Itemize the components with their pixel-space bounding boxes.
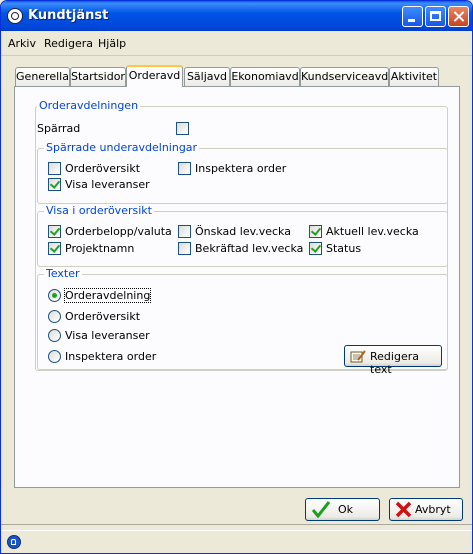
aktuell-checkbox[interactable]: [309, 225, 322, 238]
radio-orderavdelning[interactable]: [48, 289, 61, 302]
group-orderavdelningen-title: Orderavdelningen: [37, 99, 141, 112]
close-button[interactable]: [448, 6, 469, 27]
status-bar: [1, 530, 472, 553]
visa-leveranser-label: Visa leveranser: [65, 178, 150, 191]
group-texter-title: Texter: [44, 267, 82, 280]
maximize-button[interactable]: [425, 6, 446, 27]
radio-orderoversikt[interactable]: [48, 310, 61, 323]
group-visa-i-orderoversikt: Visa i orderöversikt Orderbelopp/valuta …: [37, 204, 448, 267]
radio-orderavdelning-label: Orderavdelning: [63, 288, 152, 303]
onskad-label: Önskad lev.vecka: [195, 225, 291, 238]
tab-orderavd[interactable]: Orderavd: [126, 65, 183, 87]
status-checkbox[interactable]: [309, 242, 322, 255]
ok-button[interactable]: Ok: [305, 498, 380, 521]
sparrad-label: Spärrad: [37, 122, 81, 135]
group-sparrade-title: Spärrade underavdelningar: [44, 141, 200, 154]
tab-startsidor[interactable]: Startsidor: [70, 67, 126, 86]
menu-bar: Arkiv Redigera Hjälp: [1, 31, 472, 56]
lock-icon: [7, 535, 21, 549]
title-bar[interactable]: Kundtjänst: [1, 1, 472, 31]
radio-visa-leveranser-label: Visa leveranser: [65, 329, 150, 342]
visa-leveranser-checkbox[interactable]: [48, 178, 61, 191]
aktuell-label: Aktuell lev.vecka: [326, 225, 419, 238]
ok-label: Ok: [338, 503, 354, 516]
minimize-button[interactable]: [402, 6, 423, 27]
notepad-edit-icon: [350, 349, 366, 367]
menu-redigera[interactable]: Redigera: [44, 37, 93, 50]
onskad-checkbox[interactable]: [178, 225, 191, 238]
orderoversikt-checkbox[interactable]: [48, 162, 61, 175]
red-x-icon: [395, 501, 412, 521]
redigera-text-button[interactable]: Redigera text: [344, 345, 442, 376]
group-texter: Texter Orderavdelning Orderöversikt Visa…: [37, 267, 448, 376]
menu-hjalp[interactable]: Hjälp: [98, 37, 126, 50]
redigera-text-label: Redigera text: [370, 350, 419, 376]
cancel-label: Avbryt: [415, 503, 451, 516]
inspektera-label: Inspektera order: [195, 162, 287, 175]
group-sparrade-underavdelningar: Spärrade underavdelningar Orderöversikt …: [37, 141, 448, 204]
projektnamn-checkbox[interactable]: [48, 242, 61, 255]
tab-generella[interactable]: Generella: [15, 67, 70, 86]
orderbelopp-label: Orderbelopp/valuta: [65, 225, 172, 238]
window-title: Kundtjänst: [28, 8, 109, 23]
group-visa-title: Visa i orderöversikt: [44, 204, 154, 217]
app-icon: [7, 8, 23, 24]
radio-orderoversikt-label: Orderöversikt: [65, 310, 141, 323]
inspektera-checkbox[interactable]: [178, 162, 191, 175]
status-label: Status: [326, 242, 362, 255]
tab-saljavd[interactable]: Säljavd: [184, 67, 230, 86]
tab-kundserviceavd[interactable]: Kundserviceavd: [300, 67, 389, 86]
orderbelopp-checkbox[interactable]: [48, 225, 61, 238]
radio-visa-leveranser[interactable]: [48, 329, 61, 342]
orderoversikt-label: Orderöversikt: [65, 162, 141, 175]
main-window: Kundtjänst Arkiv Redigera Hjälp Generell…: [0, 0, 473, 554]
radio-inspektera-order-label: Inspektera order: [65, 350, 157, 363]
menu-arkiv[interactable]: Arkiv: [8, 37, 36, 50]
bekraftad-checkbox[interactable]: [178, 242, 191, 255]
separator: [1, 524, 472, 525]
tab-panel-orderavd: Orderavdelningen Spärrad Spärrade undera…: [14, 86, 460, 488]
cancel-button[interactable]: Avbryt: [389, 498, 463, 521]
tab-ekonomiavd[interactable]: Ekonomiavd: [230, 67, 300, 86]
checkmark-icon: [311, 501, 331, 521]
tab-aktivitet[interactable]: Aktivitet: [389, 67, 439, 86]
group-orderavdelningen: Orderavdelningen Spärrad Spärrade undera…: [35, 99, 448, 376]
projektnamn-label: Projektnamn: [65, 242, 135, 255]
bekraftad-label: Bekräftad lev.vecka: [195, 242, 304, 255]
sparrad-checkbox[interactable]: [176, 122, 189, 135]
radio-inspektera-order[interactable]: [48, 350, 61, 363]
